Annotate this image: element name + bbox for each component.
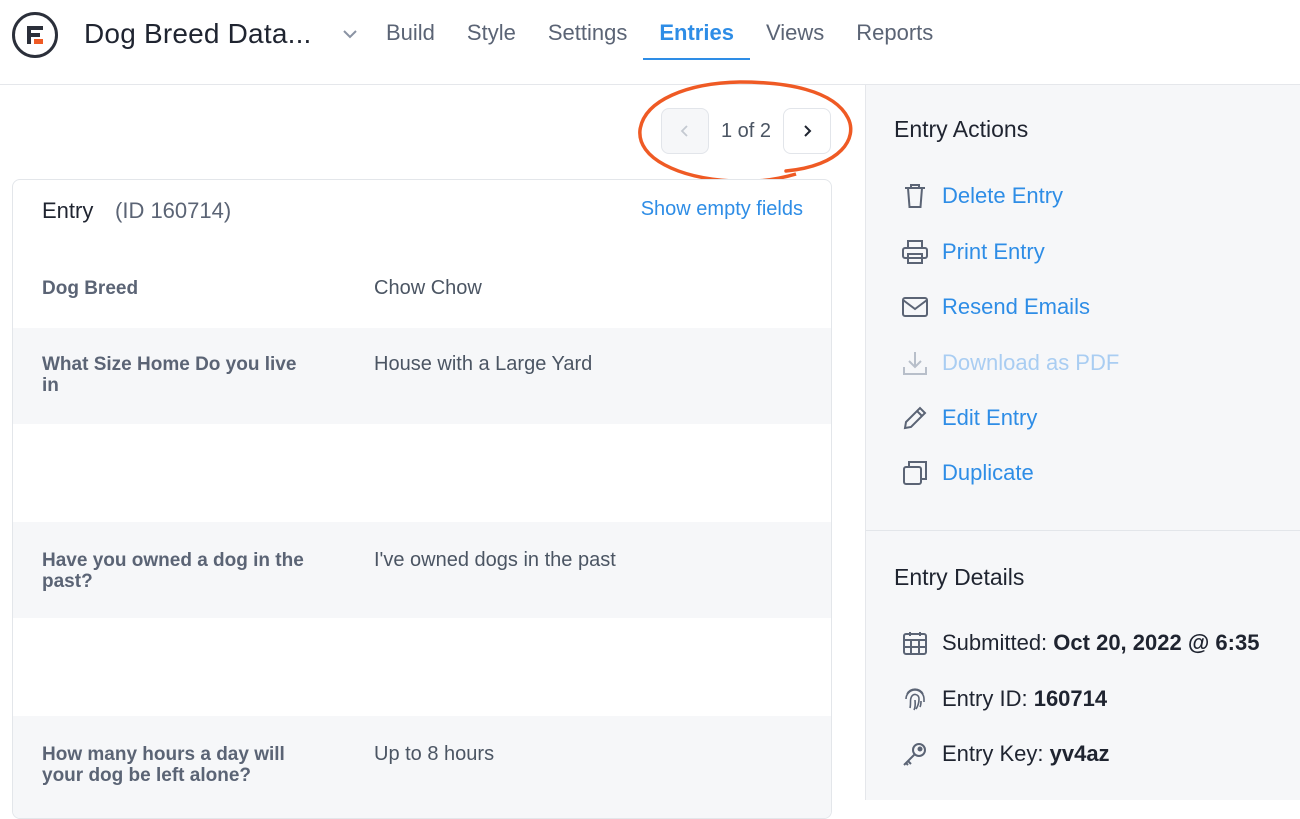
entry-id-value: 160714	[1033, 686, 1108, 711]
field-question: How many hours a day will your dog be le…	[42, 744, 285, 786]
edit-entry-action[interactable]: Edit Entry	[900, 403, 1037, 433]
field-answer: Up to 8 hours	[374, 743, 495, 765]
print-entry-action[interactable]: Print Entry	[900, 237, 1045, 267]
entry-field-row-empty	[13, 424, 831, 522]
download-pdf-action[interactable]: Download as PDF	[900, 348, 1119, 378]
entry-field-row: How many hours a day will your dog be le…	[13, 716, 831, 818]
entry-card: Entry (ID 160714) Show empty fields Dog …	[12, 179, 832, 819]
entry-pager: 1 of 2	[661, 107, 832, 155]
entry-field-row: What Size Home Do you live in House with…	[13, 328, 831, 424]
entry-field-row: Have you owned a dog in the past? I've o…	[13, 522, 831, 618]
submitted-value: Oct 20, 2022 @ 6:35	[1053, 630, 1260, 655]
entry-id-text: (ID 160714)	[115, 198, 232, 223]
nav-views[interactable]: Views	[750, 0, 840, 84]
chevron-left-icon	[680, 125, 688, 137]
envelope-icon	[900, 292, 930, 322]
resend-emails-action[interactable]: Resend Emails	[900, 292, 1090, 322]
nav-build[interactable]: Build	[386, 0, 451, 84]
next-entry-button[interactable]	[783, 108, 832, 154]
entry-key-label: Entry Key:	[942, 741, 1044, 766]
nav-style[interactable]: Style	[451, 0, 532, 84]
field-answer: I've owned dogs in the past	[374, 549, 616, 571]
formidable-logo-icon[interactable]	[12, 12, 58, 58]
top-nav: Build Style Settings Entries Views Repor…	[386, 0, 949, 84]
entry-key-detail: Entry Key: yv4az	[900, 739, 1110, 769]
duplicate-action[interactable]: Duplicate	[900, 458, 1034, 488]
field-answer: Chow Chow	[374, 277, 482, 299]
entry-details-title: Entry Details	[894, 564, 1025, 590]
previous-entry-button[interactable]	[661, 108, 709, 154]
submitted-detail: Submitted: Oct 20, 2022 @ 6:35	[900, 628, 1259, 658]
calendar-icon	[900, 628, 930, 658]
pencil-icon	[900, 403, 930, 433]
entry-label: Entry	[42, 198, 94, 223]
sidebar-divider	[866, 530, 1300, 531]
entry-sidebar: Entry Actions Delete Entry Print Entry R…	[865, 85, 1300, 800]
field-answer: House with a Large Yard	[374, 353, 593, 375]
trash-icon	[900, 181, 930, 211]
entry-field-row: Dog Breed Chow Chow	[13, 244, 831, 328]
fingerprint-icon	[900, 684, 930, 714]
field-question: Dog Breed	[42, 278, 139, 299]
entry-id-detail: Entry ID: 160714	[900, 684, 1107, 714]
entry-field-row-empty	[13, 618, 831, 716]
printer-icon	[900, 237, 930, 267]
pager-count: 1 of 2	[721, 119, 772, 142]
top-bar: Dog Breed Data... Build Style Settings E…	[0, 0, 1300, 85]
show-empty-fields-link[interactable]: Show empty fields	[641, 198, 803, 221]
download-icon	[900, 348, 930, 378]
duplicate-icon	[900, 458, 930, 488]
entry-key-value: yv4az	[1049, 741, 1110, 766]
delete-entry-action[interactable]: Delete Entry	[900, 181, 1063, 211]
nav-entries[interactable]: Entries	[643, 0, 750, 84]
entry-actions-title: Entry Actions	[894, 116, 1029, 142]
field-question: What Size Home Do you live in	[42, 354, 297, 396]
submitted-label: Submitted:	[942, 630, 1048, 655]
nav-reports[interactable]: Reports	[840, 0, 949, 84]
key-icon	[900, 739, 930, 769]
form-title: Dog Breed Data...	[84, 18, 312, 49]
nav-settings[interactable]: Settings	[532, 0, 644, 84]
entry-card-header: Entry (ID 160714) Show empty fields	[13, 180, 831, 244]
chevron-right-icon	[804, 125, 812, 137]
field-question: Have you owned a dog in the past?	[42, 550, 304, 592]
entry-id-label: Entry ID:	[942, 686, 1028, 711]
chevron-down-icon[interactable]	[340, 24, 360, 44]
